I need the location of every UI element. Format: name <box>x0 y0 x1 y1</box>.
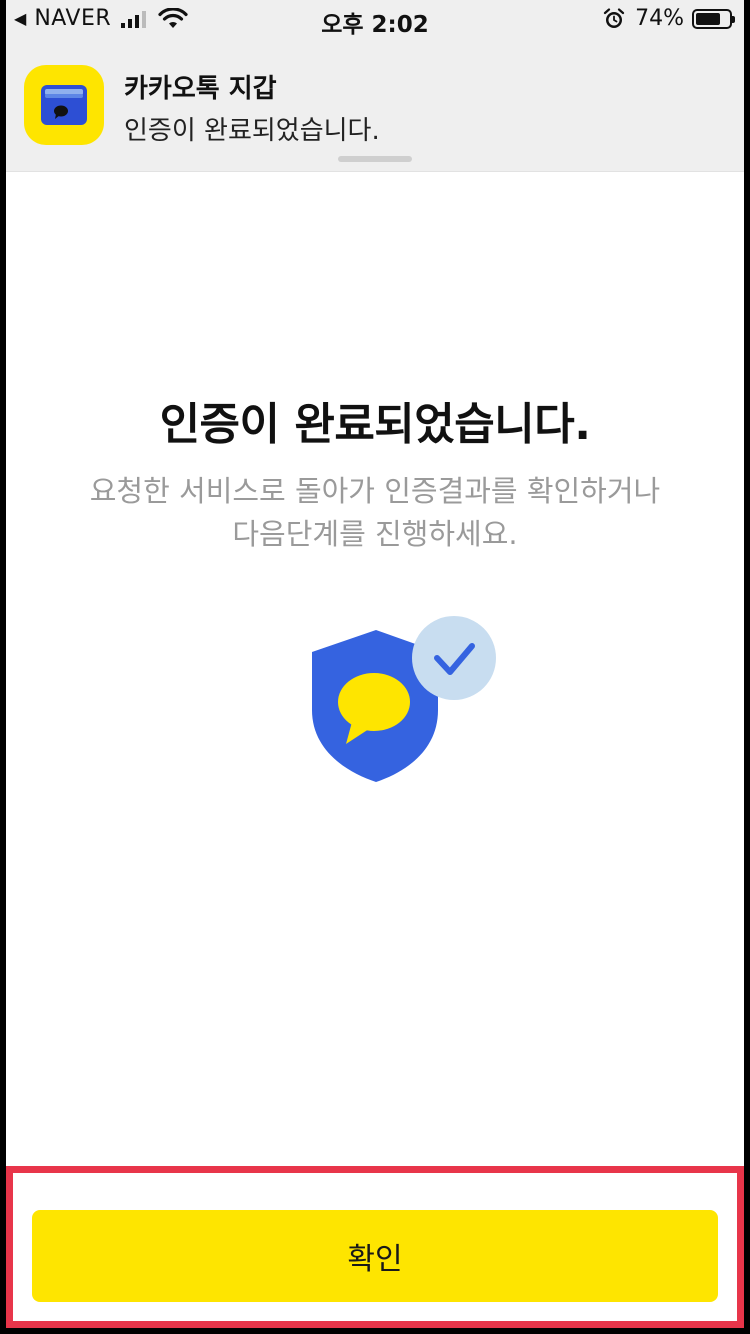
description-line-1: 요청한 서비스로 돌아가 인증결과를 확인하거나 <box>89 474 661 508</box>
wallet-app-icon <box>24 65 104 145</box>
alarm-icon <box>603 7 625 28</box>
battery-percent: 74% <box>635 6 684 31</box>
status-right: 74% <box>603 6 735 31</box>
notification-app-name: 카카오톡 지갑 <box>124 74 277 104</box>
shield-check-icon <box>312 616 496 782</box>
notification-message: 인증이 완료되었습니다. <box>124 116 380 146</box>
page-title: 인증이 완료되었습니다. <box>159 399 591 450</box>
status-bar: ◀ NAVER 오후 2:02 74% <box>6 0 744 40</box>
page-description: 요청한 서비스로 돌아가 인증결과를 확인하거나 다음단계를 진행하세요. <box>46 470 704 556</box>
banner-grabber-handle[interactable] <box>338 156 412 162</box>
battery-fill <box>696 12 720 25</box>
description-line-2: 다음단계를 진행하세요. <box>232 517 518 551</box>
confirm-button[interactable]: 확인 <box>32 1210 718 1302</box>
app-screen: ◀ NAVER 오후 2:02 74% 카카오톡 지갑 인증이 완료되었습니다.… <box>6 0 744 1328</box>
notification-banner[interactable]: 카카오톡 지갑 인증이 완료되었습니다. <box>6 40 744 172</box>
battery-icon <box>692 8 735 29</box>
